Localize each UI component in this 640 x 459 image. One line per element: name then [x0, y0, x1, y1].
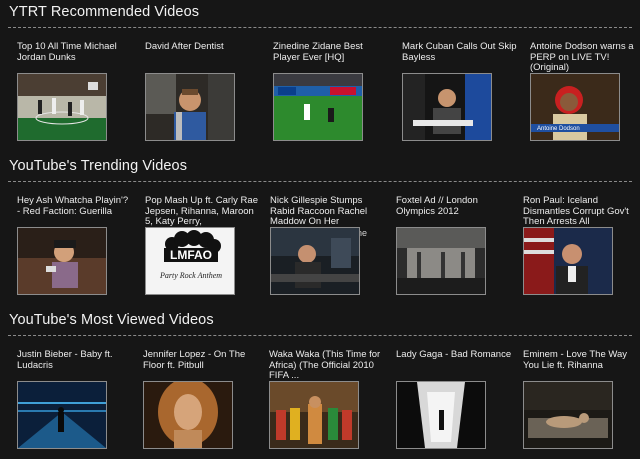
soccer-stadium-image: [274, 74, 362, 140]
video-title-link[interactable]: Justin Bieber - Baby ft. Ludacris: [17, 350, 133, 371]
section-title: YouTube's Most Viewed Videos: [9, 312, 214, 328]
video-title-link[interactable]: Hey Ash Whatcha Playin'? - Red Faction: …: [17, 196, 133, 217]
basketball-court-image: [18, 74, 106, 140]
video-title-link[interactable]: Waka Waka (This Time for Africa) (The Of…: [269, 350, 385, 382]
news-interview-image: Antoine Dodson: [531, 74, 619, 140]
video-thumbnail[interactable]: [396, 227, 486, 295]
video-title-link[interactable]: Antoine Dodson warns a PERP on LIVE TV! …: [530, 42, 640, 74]
lmfao-logo-image: LMFAO Party Rock Anthem: [146, 228, 234, 294]
video-title-link[interactable]: Jennifer Lopez - On The Floor ft. Pitbul…: [143, 350, 259, 371]
section-recommended: YTRT Recommended Videos Top 10 All Time …: [0, 4, 640, 144]
video-title-link[interactable]: Nick Gillespie Stumps Rabid Raccoon Rach…: [270, 196, 386, 228]
video-thumbnail[interactable]: [270, 227, 360, 295]
video-thumbnail[interactable]: [145, 73, 235, 141]
couch-gamer-image: [18, 228, 106, 294]
video-thumbnail[interactable]: [17, 381, 107, 449]
news-anchor-image: [524, 228, 612, 294]
video-title-link[interactable]: Ron Paul: Iceland Dismantles Corrupt Gov…: [523, 196, 639, 228]
video-thumbnail[interactable]: [17, 227, 107, 295]
section-trending: YouTube's Trending Videos Hey Ash Whatch…: [0, 158, 640, 298]
video-thumbnail[interactable]: Antoine Dodson: [530, 73, 620, 141]
section-title: YouTube's Trending Videos: [9, 158, 188, 174]
video-thumbnail[interactable]: [17, 73, 107, 141]
dark-bedroom-image: [524, 382, 612, 448]
golden-portrait-image: [144, 382, 232, 448]
logo-text: LMFAO: [170, 248, 212, 262]
video-thumbnail[interactable]: [523, 227, 613, 295]
video-thumbnail[interactable]: [396, 381, 486, 449]
video-thumbnail[interactable]: [143, 381, 233, 449]
tv-interview-image: [403, 74, 491, 140]
video-title-link[interactable]: Top 10 All Time Michael Jordan Dunks: [17, 42, 133, 63]
video-title-link[interactable]: Lady Gaga - Bad Romance: [396, 350, 512, 361]
video-title-link[interactable]: Pop Mash Up ft. Carly Rae Jepsen, Rihann…: [145, 196, 261, 228]
video-title-link[interactable]: Zinedine Zidane Best Player Ever [HQ]: [273, 42, 389, 63]
video-thumbnail[interactable]: LMFAO Party Rock Anthem: [145, 227, 235, 295]
boy-in-car-image: [146, 74, 234, 140]
video-title-link[interactable]: Eminem - Love The Way You Lie ft. Rihann…: [523, 350, 639, 371]
video-thumbnail[interactable]: [402, 73, 492, 141]
industrial-scene-image: [397, 228, 485, 294]
video-thumbnail[interactable]: [269, 381, 359, 449]
section-divider: [8, 335, 632, 336]
section-most-viewed: YouTube's Most Viewed Videos Justin Bieb…: [0, 312, 640, 452]
caption-bar-text: Antoine Dodson: [537, 126, 580, 132]
video-title-link[interactable]: David After Dentist: [145, 42, 261, 53]
video-thumbnail[interactable]: [523, 381, 613, 449]
stage-performers-image: [270, 382, 358, 448]
video-title-link[interactable]: Foxtel Ad // London Olympics 2012: [396, 196, 512, 217]
logo-subtext: Party Rock Anthem: [159, 271, 222, 280]
blue-dance-floor-image: [18, 382, 106, 448]
tv-studio-image: [271, 228, 359, 294]
video-thumbnail[interactable]: [273, 73, 363, 141]
video-title-link[interactable]: Mark Cuban Calls Out Skip Bayless: [402, 42, 518, 63]
section-title: YTRT Recommended Videos: [9, 4, 200, 20]
section-divider: [8, 27, 632, 28]
white-room-image: [397, 382, 485, 448]
section-divider: [8, 181, 632, 182]
